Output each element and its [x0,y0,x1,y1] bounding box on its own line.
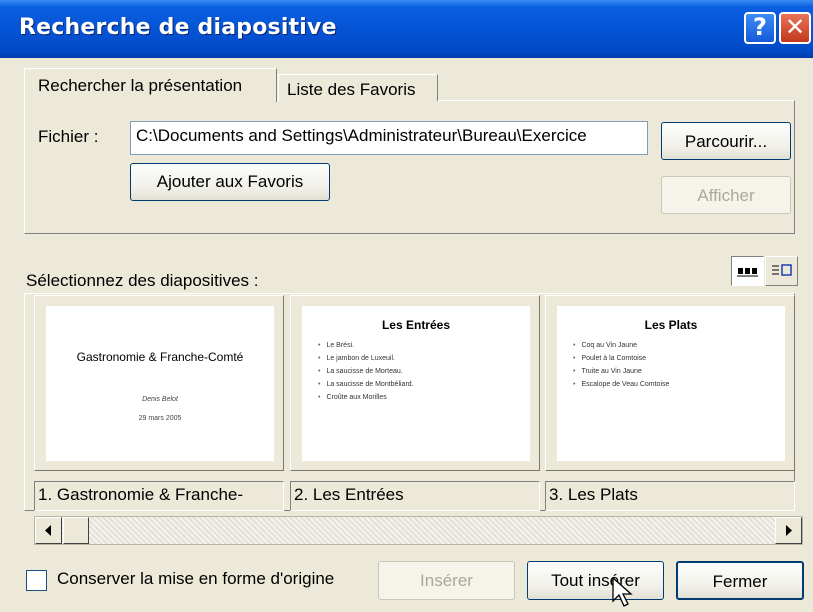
insert-button[interactable]: Insérer [378,561,515,600]
keep-format-label[interactable]: Conserver la mise en forme d'origine [57,569,334,589]
add-to-favorites-button[interactable]: Ajouter aux Favoris [130,163,330,201]
slide-preview: Les Plats Coq au Vin Jaune Poulet à la C… [557,306,785,461]
horizontal-scrollbar[interactable] [34,516,803,545]
list-view-icon [772,264,792,276]
bullet-item: La saucisse de Morteau. [318,368,414,375]
slide-title: Gastronomie & Franche-Comté [76,350,244,364]
bullet-item: Escalope de Veau Comtoise [573,381,669,388]
tab-favorites-list[interactable]: Liste des Favoris [278,74,438,101]
scroll-left-button[interactable] [35,517,62,544]
scroll-right-button[interactable] [775,517,802,544]
slide-title: Les Plats [644,318,698,332]
title-bar: Recherche de diapositive ? ✕ [0,0,813,58]
show-button[interactable]: Afficher [661,176,791,214]
slide-preview: Les Entrées Le Brési. Le jambon de Luxeu… [302,306,530,461]
slide-bullets: Le Brési. Le jambon de Luxeuil. La sauci… [318,342,414,407]
bullet-item: La saucisse de Montbéliard. [318,381,413,388]
window-title: Recherche de diapositive [19,15,337,40]
file-label: Fichier : [38,127,99,146]
bullet-item: Le Brési. [318,342,414,349]
bullet-item: Le jambon de Luxeuil. [318,355,414,362]
select-slides-label: Sélectionnez des diapositives : [26,271,259,290]
close-window-button[interactable]: ✕ [779,12,811,44]
list-view-button[interactable] [765,256,798,286]
slide-title: Les Entrées [381,318,451,332]
slide-caption-2[interactable]: 2. Les Entrées [290,481,540,511]
arrow-right-icon [786,525,792,536]
insert-all-button[interactable]: Tout insérer [527,561,664,600]
close-button[interactable]: Fermer [676,561,804,600]
slide-caption-1[interactable]: 1. Gastronomie & Franche- [34,481,284,511]
slide-date: 29 mars 2005 [138,415,182,422]
scrollbar-thumb[interactable] [63,517,89,544]
bullet-item: Truite au Vin Jaune [573,368,669,375]
bullet-item: Croûte aux Morilles [318,394,414,401]
mouse-cursor-icon [612,577,633,607]
thumbnail-view-button[interactable] [731,256,764,286]
bullet-item: Poulet à la Comtoise [573,355,669,362]
keep-format-checkbox[interactable] [26,570,47,591]
slide-preview: Gastronomie & Franche-Comté Denis Belot … [46,306,274,461]
bullet-item: Coq au Vin Jaune [573,342,669,349]
browse-button[interactable]: Parcourir... [661,122,791,160]
arrow-left-icon [45,525,51,536]
tab-search-presentation[interactable]: Rechercher la présentation [24,68,277,102]
slide-thumbnail-2[interactable]: Les Entrées Le Brési. Le jambon de Luxeu… [290,295,540,471]
slide-thumbnail-1[interactable]: Gastronomie & Franche-Comté Denis Belot … [34,295,284,471]
thumbnail-view-icon [737,268,758,277]
slide-caption-3[interactable]: 3. Les Plats [545,481,795,511]
file-path-input[interactable]: C:\Documents and Settings\Administrateur… [130,121,648,155]
slide-bullets: Coq au Vin Jaune Poulet à la Comtoise Tr… [573,342,669,394]
slide-author: Denis Belot [142,396,178,403]
help-button[interactable]: ? [744,12,776,44]
slide-thumbnail-3[interactable]: Les Plats Coq au Vin Jaune Poulet à la C… [545,295,795,471]
